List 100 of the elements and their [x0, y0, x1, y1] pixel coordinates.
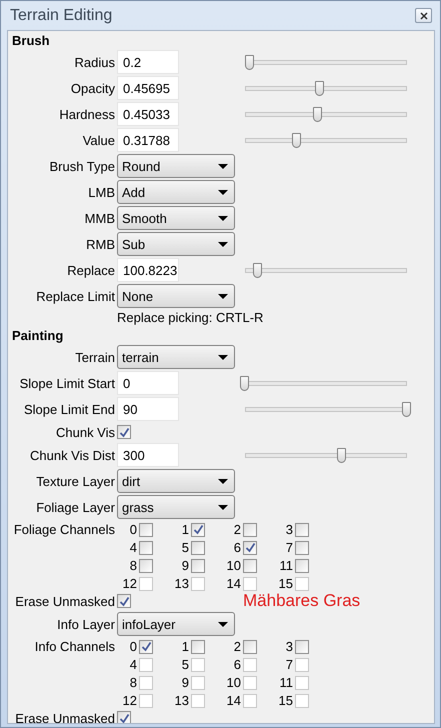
channel-number: 11: [280, 675, 293, 690]
channel-number: 1: [182, 522, 189, 537]
input-field[interactable]: 0.31788: [117, 128, 179, 152]
checkbox[interactable]: [295, 640, 309, 654]
close-icon: [420, 12, 428, 20]
checkmark-icon: [118, 596, 130, 606]
checkbox[interactable]: [191, 640, 205, 654]
channel-number: 5: [182, 657, 189, 672]
channel-number: 11: [280, 558, 293, 573]
channel-number: 15: [278, 576, 293, 591]
channel-number: 9: [182, 675, 189, 690]
checkbox-label: Chunk Vis: [54, 424, 116, 440]
dropdown[interactable]: None: [117, 284, 235, 308]
window-title: Terrain Editing: [10, 6, 112, 24]
caret-icon: [218, 216, 228, 220]
slider-thumb[interactable]: [314, 80, 324, 96]
field-label: Radius: [74, 54, 116, 70]
channel-number: 8: [130, 558, 137, 573]
checkbox[interactable]: [191, 522, 205, 536]
checkbox-label: Erase Unmasked: [14, 710, 116, 723]
dropdown[interactable]: Round: [117, 154, 235, 178]
channel-number: 15: [278, 693, 293, 708]
channel-number: 14: [226, 693, 241, 708]
checkmark-icon: [140, 641, 152, 652]
slider-thumb[interactable]: [240, 376, 249, 390]
field-label: Value: [82, 132, 116, 148]
checkmark-icon: [118, 426, 130, 438]
channel-number: 2: [234, 522, 241, 537]
channel-number: 1: [182, 639, 189, 654]
field-label: Foliage Layer: [35, 500, 116, 514]
field-label: Opacity: [70, 80, 116, 96]
field-label: Slope Limit End: [22, 402, 116, 416]
caret-icon: [218, 242, 228, 246]
field-label: Info Channels: [34, 639, 116, 655]
checkbox[interactable]: [295, 540, 309, 554]
slider-thumb[interactable]: [402, 402, 411, 416]
section-heading: Brush: [12, 32, 51, 49]
checkbox[interactable]: [117, 711, 131, 723]
field-label: RMB: [85, 236, 116, 252]
dropdown[interactable]: Sub: [117, 232, 235, 256]
channel-number: 4: [130, 540, 137, 555]
field-label: Replace: [66, 262, 116, 278]
channel-number: 13: [174, 693, 189, 708]
caret-icon: [218, 354, 228, 360]
input-field[interactable]: 300: [117, 443, 179, 467]
checkbox[interactable]: [191, 540, 205, 554]
input-field[interactable]: 0: [117, 371, 179, 395]
channel-number: 14: [226, 576, 241, 591]
channel-number: 7: [286, 657, 293, 672]
channel-number: 8: [130, 675, 137, 690]
input-field[interactable]: 0.2: [117, 50, 179, 74]
field-label: Terrain: [74, 350, 116, 364]
dropdown[interactable]: dirt: [117, 469, 235, 493]
checkbox[interactable]: [139, 640, 153, 654]
input-field[interactable]: 100.8223: [117, 258, 179, 282]
dropdown[interactable]: infoLayer: [117, 612, 235, 636]
checkbox[interactable]: [243, 522, 257, 536]
channel-number: 10: [226, 675, 241, 690]
checkbox[interactable]: [191, 558, 205, 572]
checkbox[interactable]: [295, 558, 309, 572]
field-label: Info Layer: [56, 616, 116, 632]
checkmark-icon: [244, 542, 256, 553]
channel-number: 12: [122, 693, 137, 708]
checkbox[interactable]: [243, 640, 257, 654]
field-label: Slope Limit Start: [18, 376, 116, 390]
hint-text: Replace picking: CRTL-R: [116, 309, 264, 327]
field-label: MMB: [84, 210, 116, 226]
input-field[interactable]: 90: [117, 397, 179, 421]
slider-thumb[interactable]: [312, 106, 322, 122]
slider-thumb[interactable]: [292, 132, 301, 148]
section-heading: Painting: [12, 327, 64, 344]
slider-thumb[interactable]: [252, 262, 262, 278]
channel-number: 6: [234, 657, 241, 672]
dropdown[interactable]: grass: [117, 495, 235, 519]
checkbox[interactable]: [139, 558, 153, 572]
channel-number: 0: [130, 522, 137, 537]
dropdown[interactable]: Add: [117, 180, 235, 204]
checkbox[interactable]: [243, 540, 257, 554]
checkbox[interactable]: [139, 522, 153, 536]
close-button[interactable]: [415, 8, 432, 23]
field-label: Foliage Channels: [12, 522, 116, 538]
input-field[interactable]: 0.45033: [117, 102, 179, 126]
checkbox[interactable]: [117, 425, 131, 439]
field-label: LMB: [87, 184, 116, 200]
slider-thumb[interactable]: [337, 448, 346, 462]
channel-number: 4: [130, 657, 137, 672]
input-field[interactable]: 0.45695: [117, 76, 179, 100]
channel-number: 5: [182, 540, 189, 555]
checkbox[interactable]: [117, 594, 131, 608]
field-label: Chunk Vis Dist: [28, 448, 116, 462]
checkbox[interactable]: [295, 522, 309, 536]
caret-icon: [218, 190, 228, 194]
channel-number: 13: [174, 576, 189, 591]
annotation-text: Mähbares Gras: [243, 591, 360, 611]
dropdown[interactable]: Smooth: [117, 206, 235, 230]
checkbox[interactable]: [139, 540, 153, 554]
checkbox[interactable]: [243, 558, 257, 572]
slider-thumb[interactable]: [244, 54, 254, 70]
dropdown[interactable]: terrain: [117, 345, 235, 369]
channel-number: 2: [234, 639, 241, 654]
